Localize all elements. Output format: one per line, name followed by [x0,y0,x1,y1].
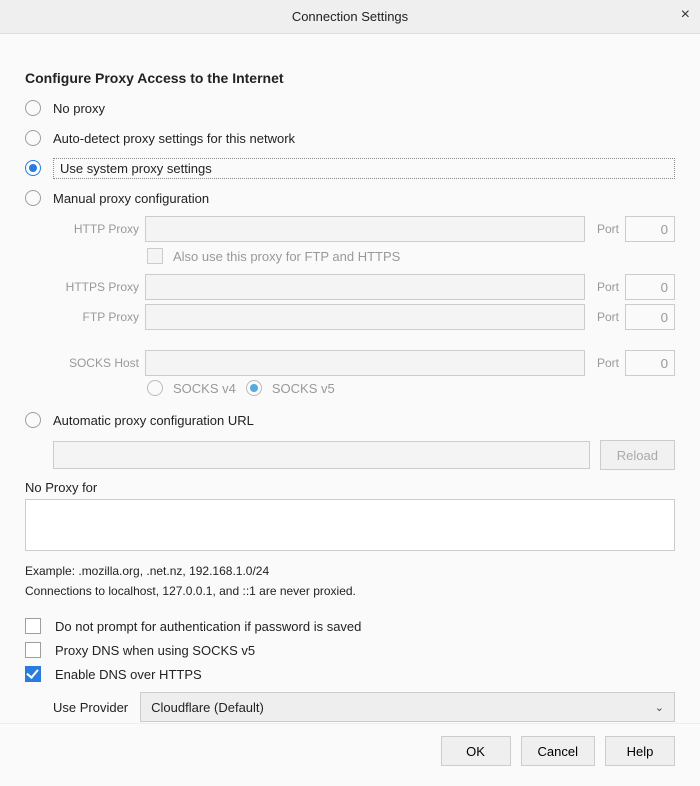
proxy-dns-checkbox[interactable]: Proxy DNS when using SOCKS v5 [25,642,675,658]
radio-no-proxy[interactable]: No proxy [25,94,675,122]
manual-proxy-block: HTTP Proxy Port Also use this proxy for … [25,216,675,396]
radio-label: Automatic proxy configuration URL [53,413,254,428]
dialog-content: Configure Proxy Access to the Internet N… [0,34,700,723]
ftp-proxy-label: FTP Proxy [53,310,139,324]
ftp-port-input[interactable] [625,304,675,330]
radio-label: No proxy [53,101,105,116]
https-proxy-label: HTTPS Proxy [53,280,139,294]
checkbox-icon [25,642,41,658]
socks-port-input[interactable] [625,350,675,376]
provider-select[interactable]: Cloudflare (Default) ⌄ [140,692,675,722]
checkbox-label: Also use this proxy for FTP and HTTPS [173,249,400,264]
radio-system-proxy[interactable]: Use system proxy settings [25,154,675,182]
radio-icon [147,380,163,396]
https-proxy-input[interactable] [145,274,585,300]
checkbox-label: Do not prompt for authentication if pass… [55,619,361,634]
help-button[interactable]: Help [605,736,675,766]
socks-v4-label[interactable]: SOCKS v4 [173,381,236,396]
chevron-down-icon: ⌄ [655,701,664,714]
port-label: Port [597,310,619,324]
dialog: Connection Settings × Configure Proxy Ac… [0,0,700,786]
note-text: Connections to localhost, 127.0.0.1, and… [25,584,675,598]
ok-button[interactable]: OK [441,736,511,766]
provider-value: Cloudflare (Default) [151,700,264,715]
section-heading: Configure Proxy Access to the Internet [25,70,675,86]
dialog-footer: OK Cancel Help [0,723,700,786]
radio-icon [25,100,41,116]
socks-host-label: SOCKS Host [53,356,139,370]
https-port-input[interactable] [625,274,675,300]
port-label: Port [597,356,619,370]
http-proxy-input[interactable] [145,216,585,242]
checkbox-icon [25,618,41,634]
provider-label: Use Provider [53,700,128,715]
radio-label: Use system proxy settings [53,158,675,179]
socks-v5-label[interactable]: SOCKS v5 [272,381,335,396]
radio-icon [25,160,41,176]
http-proxy-label: HTTP Proxy [53,222,139,236]
checkbox-label: Enable DNS over HTTPS [55,667,202,682]
radio-icon [25,130,41,146]
checkbox-icon [147,248,163,264]
radio-icon [25,412,41,428]
checkbox-label: Proxy DNS when using SOCKS v5 [55,643,255,658]
radio-manual-proxy[interactable]: Manual proxy configuration [25,184,675,212]
also-use-checkbox[interactable]: Also use this proxy for FTP and HTTPS [147,248,675,264]
no-proxy-for-input[interactable] [25,499,675,551]
dialog-header: Connection Settings × [0,0,700,34]
no-prompt-checkbox[interactable]: Do not prompt for authentication if pass… [25,618,675,634]
port-label: Port [597,222,619,236]
port-label: Port [597,280,619,294]
reload-button[interactable]: Reload [600,440,675,470]
ftp-proxy-input[interactable] [145,304,585,330]
radio-icon [25,190,41,206]
provider-row: Use Provider Cloudflare (Default) ⌄ [53,692,675,722]
close-icon[interactable]: × [681,6,690,24]
radio-pac[interactable]: Automatic proxy configuration URL [25,406,675,434]
dialog-title: Connection Settings [292,9,408,24]
pac-url-input[interactable] [53,441,590,469]
cancel-button[interactable]: Cancel [521,736,595,766]
radio-auto-detect[interactable]: Auto-detect proxy settings for this netw… [25,124,675,152]
socks-host-input[interactable] [145,350,585,376]
doh-checkbox[interactable]: Enable DNS over HTTPS [25,666,675,682]
http-port-input[interactable] [625,216,675,242]
radio-label: Manual proxy configuration [53,191,209,206]
pac-row: Reload [25,440,675,470]
radio-label: Auto-detect proxy settings for this netw… [53,131,295,146]
checkbox-icon [25,666,41,682]
example-text: Example: .mozilla.org, .net.nz, 192.168.… [25,564,675,578]
radio-icon [246,380,262,396]
no-proxy-for-label: No Proxy for [25,480,675,495]
